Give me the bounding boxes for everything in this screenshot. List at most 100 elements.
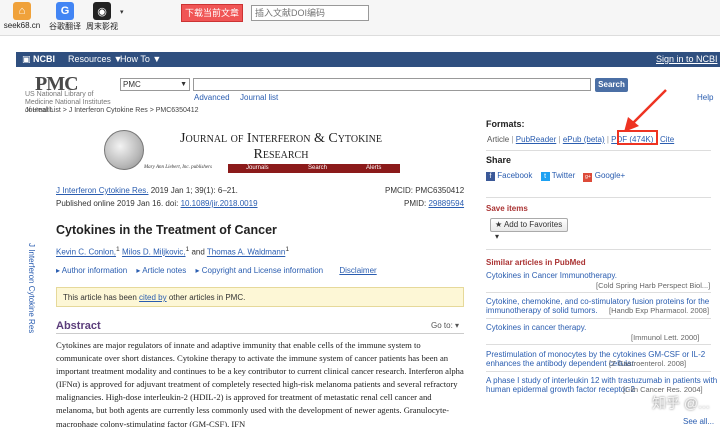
divider [486,197,711,198]
abstract-heading: Abstract [56,320,101,332]
goto-menu[interactable]: Go to: ▾ [431,321,459,330]
bookmark-weekend-movies[interactable]: ◉ 周末影视 [82,2,122,32]
info-author[interactable]: ▸ Author information [56,266,127,275]
similar-article-link[interactable]: A phase I study of interleukin 12 with t… [486,376,717,385]
star-icon: ★ [495,220,503,229]
divider [486,249,711,250]
share-googleplus[interactable]: g+ Google+ [583,171,625,182]
bookmark-label: 谷歌翻译 [49,22,81,31]
divider [486,344,711,345]
chevron-down-icon[interactable]: ▾ [120,8,124,16]
similar-article-source: [Z Gastroenterol. 2008] [609,359,687,368]
published-line: Published online 2019 Jan 16. doi: 10.10… [56,199,258,208]
and-word: and [191,247,205,257]
issue-text: 2019 Jan 1; 39(1): 6–21. [148,186,238,195]
facebook-icon: f [486,172,495,181]
similar-article-link-cont[interactable]: immunotherapy of solid tumors. [486,306,598,315]
google-icon: G [56,2,74,20]
watermark: 知乎 @... [652,395,710,411]
publisher-line: Mary Ann Liebert, Inc. publishers [144,165,212,170]
bookmark-label: 周末影视 [86,22,118,31]
resources-menu[interactable]: Resources ▼ [68,54,122,64]
similar-article-link[interactable]: Prestimulation of monocytes by the cytok… [486,350,705,359]
info-links: ▸ Author information ▸ Article notes ▸ C… [56,266,377,275]
author-link[interactable]: Thomas A. Waldmann [207,248,285,257]
similar-article-link-cont[interactable]: human epidermal growth factor receptor-2 [486,385,635,394]
howto-menu[interactable]: How To ▼ [120,54,161,64]
share-list: f Facebook t Twitter g+ Google+ [486,171,625,182]
info-copyright[interactable]: ▸ Copyright and License information [195,266,323,275]
journal-nav-journals[interactable]: Journals [246,165,269,171]
format-pubreader[interactable]: PubReader [516,135,556,144]
save-items-heading[interactable]: Save items [486,204,528,213]
advanced-link[interactable]: Advanced [194,93,230,102]
similar-article-source: [Handb Exp Pharmacol. 2008] [609,306,710,315]
cited-by-link[interactable]: cited by [139,293,167,302]
abstract-text: Cytokines are major regulators of innate… [56,340,464,427]
add-to-favorites-button[interactable]: ★ Add to Favorites ▾ [490,218,568,241]
bookmark-google-translate[interactable]: G 谷歌翻译 [45,2,85,32]
similar-article-link[interactable]: Cytokines in cancer therapy. [486,323,586,332]
chevron-down-icon: ▾ [495,232,500,241]
database-select[interactable]: PMC ▼ [120,78,190,91]
author-affil: 1 [116,246,120,253]
journal-title-line1: Journal of Interferon & Cytokine [180,131,382,146]
side-journal-label[interactable]: J Interferon Cytokine Res [24,243,36,333]
help-link[interactable]: Help [697,93,713,102]
share-twitter[interactable]: t Twitter [540,171,575,181]
journal-list-link[interactable]: Journal list [240,93,278,102]
disclaimer-link[interactable]: Disclaimer [339,266,376,275]
formats-heading: Formats: [486,119,525,129]
format-article[interactable]: Article [487,135,509,144]
article-title: Cytokines in the Treatment of Cancer [56,223,277,237]
journal-title[interactable]: Journal of Interferon & Cytokine Researc… [176,131,386,163]
similar-article-link[interactable]: Cytokine, chemokine, and co-stimulatory … [486,297,709,306]
divider [486,318,711,319]
author-link[interactable]: Milos D. Miljkovic, [122,248,186,257]
author-affil: 1 [285,246,290,253]
doi-link[interactable]: 10.1089/jir.2018.0019 [181,199,258,208]
divider [486,292,711,293]
journal-nav-alerts[interactable]: Alerts [366,165,381,171]
doi-input[interactable] [251,5,369,21]
similar-articles-heading[interactable]: Similar articles in PubMed [486,258,586,267]
browser-toolbar: ⌂ seek68.cn G 谷歌翻译 ◉ 周末影视 ▾ 下载当前文章 [0,0,720,36]
film-icon: ◉ [93,2,111,20]
see-all-link[interactable]: See all... [683,417,714,426]
journal-title-line2: Research [253,147,309,162]
ncbi-bar: ▣ NCBI Resources ▼ How To ▼ Sign in to N… [16,52,720,67]
bookmark-label: seek68.cn [3,21,41,30]
breadcrumb[interactable]: Journal List > J Interferon Cytokine Res… [25,107,199,114]
journal-nav-search[interactable]: Search [308,165,327,171]
red-arrow-icon [624,89,667,132]
similar-article-source: [Cold Spring Harb Perspect Biol...] [596,281,711,290]
pmid-link[interactable]: 29889594 [428,199,464,208]
journal-link[interactable]: J Interferon Cytokine Res. [56,186,148,195]
database-selected: PMC [123,80,141,89]
search-input[interactable] [193,78,591,91]
ncbi-icon: ▣ [22,54,31,64]
similar-article-link[interactable]: Cytokines in Cancer Immunotherapy. [486,271,617,280]
author-affil: 1 [185,246,190,253]
info-notes[interactable]: ▸ Article notes [136,266,186,275]
format-cite[interactable]: Cite [660,135,674,144]
bookmark-seek68[interactable]: ⌂ seek68.cn [2,2,42,30]
ncbi-logo[interactable]: ▣ NCBI [22,54,55,65]
divider [486,150,711,151]
twitter-icon: t [540,172,550,181]
cited-by-notice: This article has been cited by other art… [56,287,464,307]
signin-link[interactable]: Sign in to NCBI [656,54,718,64]
similar-article-source: [Immunol Lett. 2000] [631,333,700,342]
save-button-label: Add to Favorites [503,220,563,229]
format-epub[interactable]: ePub (beta) [563,135,605,144]
share-facebook[interactable]: f Facebook [486,171,532,181]
pmcid: PMCID: PMC6350412 [385,186,465,195]
divider [486,371,711,372]
chevron-down-icon: ▼ [180,81,187,88]
citation-line: J Interferon Cytokine Res. 2019 Jan 1; 3… [56,186,238,195]
download-article-button[interactable]: 下载当前文章 [181,4,243,22]
journal-nav: Journals Search Alerts [228,164,400,173]
pmid-line: PMID: 29889594 [404,199,464,208]
author-link[interactable]: Kevin C. Conlon, [56,248,116,257]
cited-suffix: other articles in PMC. [166,293,246,302]
